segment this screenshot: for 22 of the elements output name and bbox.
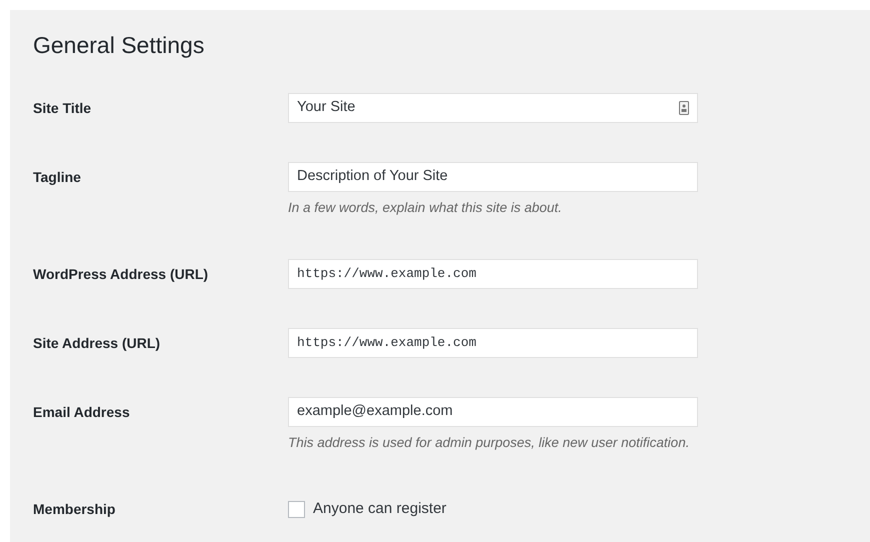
checkbox-label: Anyone can register <box>313 498 446 519</box>
input-field[interactable]: Description of Your Site <box>288 162 698 192</box>
field-label: Site Title <box>33 98 92 118</box>
checkbox[interactable] <box>288 500 305 518</box>
field-value: Description of Your Site <box>297 167 448 186</box>
field-description: This address is used for admin purposes, like new user notification. <box>288 434 690 452</box>
field-label: WordPress Address (URL) <box>33 264 208 284</box>
input-field[interactable]: https://www.example.com <box>288 259 698 289</box>
page-title: General Settings <box>33 31 206 60</box>
field-value: https://www.example.com <box>297 334 476 352</box>
field-value: Your Site <box>297 98 356 118</box>
input-field[interactable]: example@example.com <box>288 397 698 427</box>
input-field[interactable]: https://www.example.com <box>288 328 698 358</box>
field-value: example@example.com <box>297 402 453 422</box>
input-field[interactable]: Your Site <box>288 93 698 123</box>
field-label: Tagline <box>33 168 81 187</box>
field-value: https://www.example.com <box>297 265 476 284</box>
field-label: Membership <box>33 500 116 519</box>
field-label: Site Address (URL) <box>33 334 160 353</box>
field-label: Email Address <box>33 402 130 422</box>
field-description: In a few words, explain what this site is about. <box>288 199 563 217</box>
contact-card-icon[interactable] <box>679 101 689 115</box>
